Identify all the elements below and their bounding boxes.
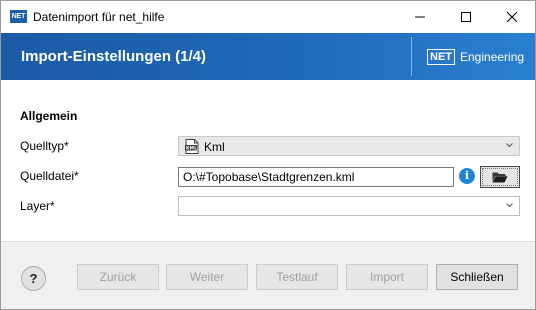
folder-open-icon bbox=[492, 172, 508, 183]
window-title: Datenimport für net_hilfe bbox=[33, 10, 165, 24]
close-button[interactable]: Schließen bbox=[436, 264, 518, 290]
quelltyp-dropdown[interactable]: KML Kml bbox=[178, 136, 520, 156]
svg-text:KML: KML bbox=[186, 146, 197, 152]
title-bar[interactable]: NET Datenimport für net_hilfe bbox=[1, 1, 535, 33]
maximize-button[interactable] bbox=[443, 1, 489, 33]
net-logo-icon: NET bbox=[10, 10, 27, 23]
quelldatei-input[interactable] bbox=[178, 167, 454, 187]
layer-dropdown[interactable] bbox=[178, 196, 520, 216]
testrun-button[interactable]: Testlauf bbox=[256, 264, 338, 290]
dialog-window: NET Datenimport für net_hilfe Import-Ein… bbox=[0, 0, 536, 310]
kml-file-icon: KML bbox=[185, 139, 199, 154]
minimize-button[interactable] bbox=[397, 1, 443, 33]
button-bar: ? Zurück Weiter Testlauf Import Schließe… bbox=[1, 241, 535, 309]
chevron-down-icon bbox=[506, 203, 513, 208]
back-button[interactable]: Zurück bbox=[77, 264, 159, 290]
quelldatei-label: Quelldatei* bbox=[20, 169, 79, 183]
page-title: Import-Einstellungen (1/4) bbox=[21, 48, 207, 65]
settings-panel: Allgemein Quelltyp* KML Kml Quelldatei* … bbox=[1, 80, 535, 241]
section-title: Allgemein bbox=[20, 109, 78, 123]
quelltyp-label: Quelltyp* bbox=[20, 139, 69, 153]
brand-name: Engineering bbox=[460, 50, 525, 64]
brand-logo-box: NET bbox=[427, 49, 455, 65]
header-banner: Import-Einstellungen (1/4) NET Engineeri… bbox=[1, 33, 535, 80]
minimize-icon bbox=[415, 16, 425, 18]
layer-label: Layer* bbox=[20, 199, 55, 213]
brand-divider bbox=[411, 37, 412, 76]
chevron-down-icon bbox=[506, 143, 513, 148]
close-icon bbox=[507, 12, 517, 22]
quelltyp-value: Kml bbox=[204, 140, 225, 154]
browse-file-button[interactable] bbox=[480, 166, 520, 188]
next-button[interactable]: Weiter bbox=[166, 264, 248, 290]
close-window-button[interactable] bbox=[489, 1, 535, 33]
help-button[interactable]: ? bbox=[21, 266, 46, 291]
import-button[interactable]: Import bbox=[346, 264, 428, 290]
maximize-icon bbox=[461, 12, 471, 22]
info-icon[interactable]: i bbox=[459, 168, 475, 184]
